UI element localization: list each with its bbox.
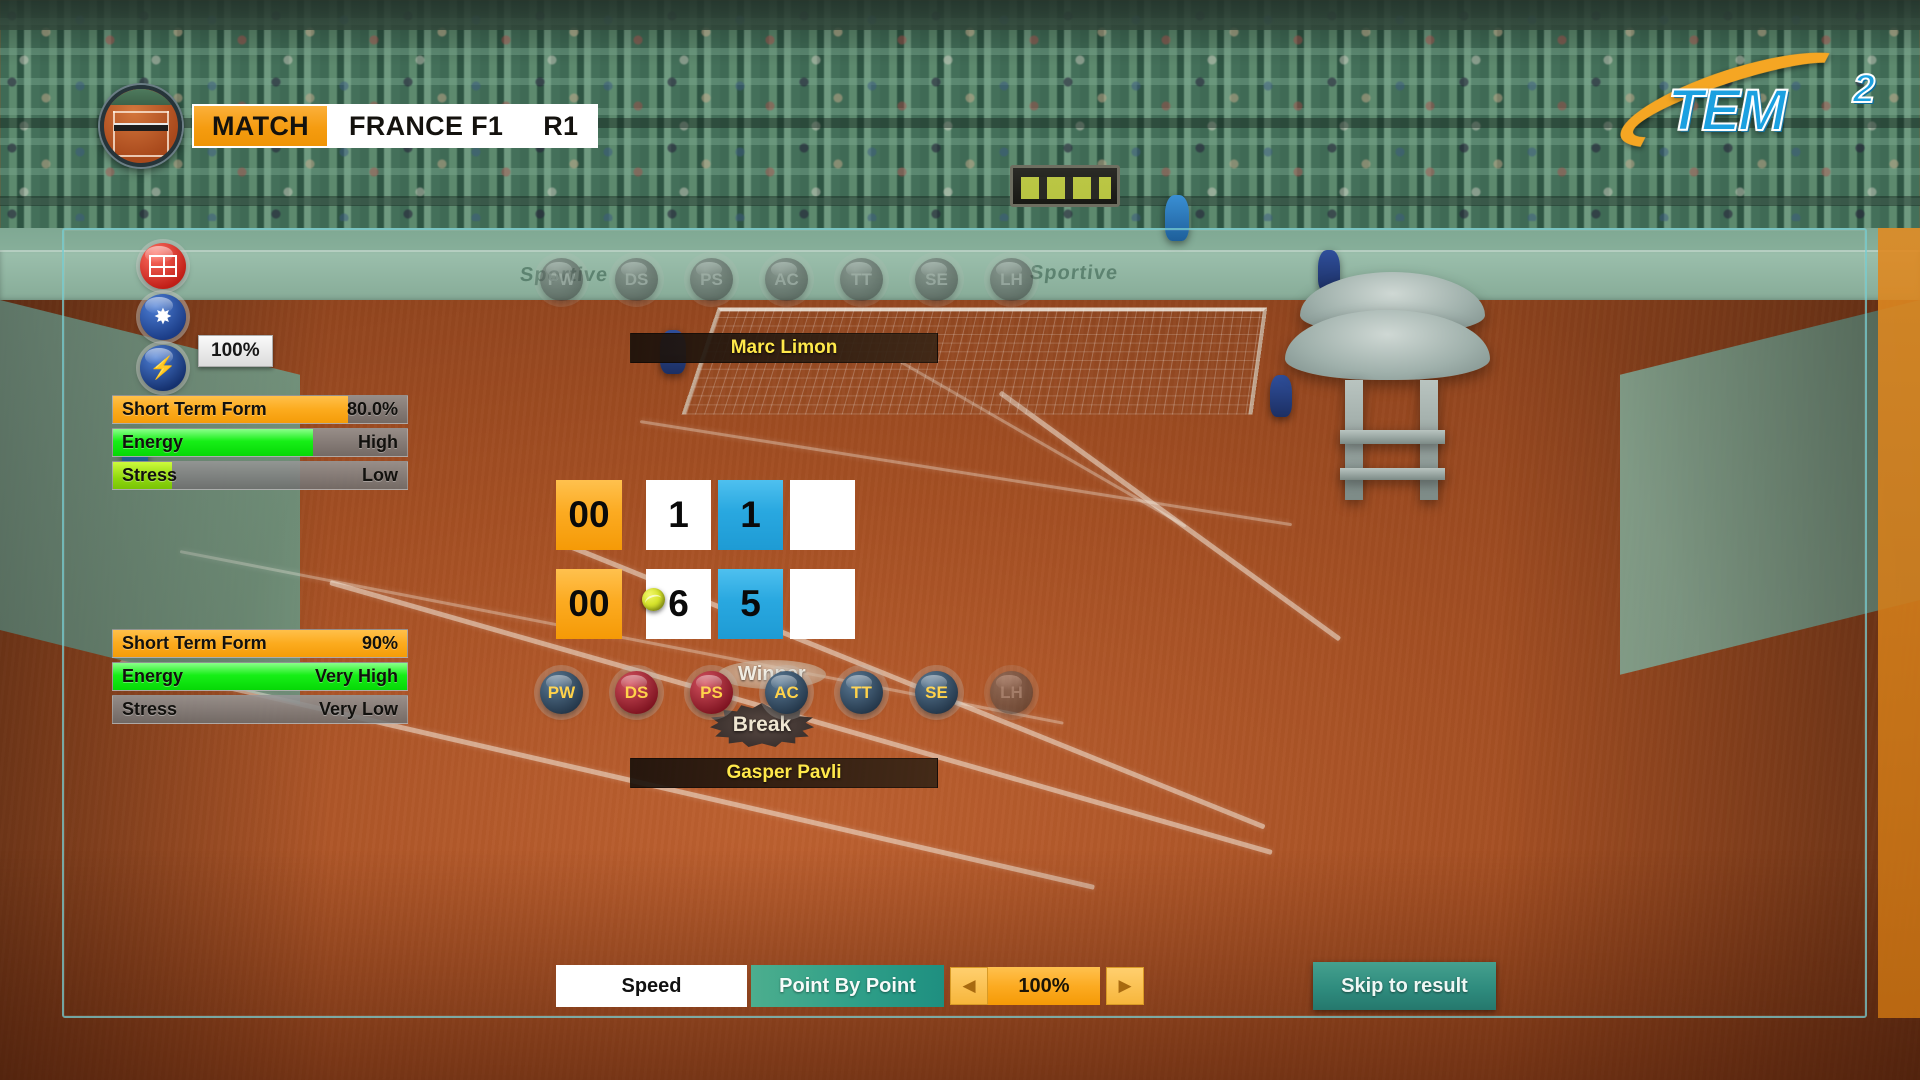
points-cell: 00 [556, 569, 622, 639]
stat-label: Short Term Form [122, 399, 267, 419]
serve-indicator-ball-icon [642, 588, 665, 611]
stat-label: Energy [122, 432, 184, 452]
game-logo: TEM 2 [1611, 33, 1880, 167]
logo-superscript: 2 [1852, 66, 1876, 112]
scoreboard-row-bottom: 00 6 5 [556, 569, 855, 639]
zoom-percent-value[interactable]: 100% [988, 967, 1100, 1005]
scoreboard: 00 1 1 00 6 5 [556, 480, 855, 658]
playback-controls: Speed Point By Point ◀ 100% ▶ [556, 965, 1144, 1007]
stat-label: Stress [122, 699, 178, 719]
stat-bar-energy: Energy High [112, 428, 408, 457]
next-arrow-icon[interactable]: ▶ [1106, 967, 1144, 1005]
shot-button-tt[interactable]: TT [840, 258, 883, 301]
energy-bolt-icon[interactable]: ⚡ [140, 345, 186, 391]
stat-label: Energy [122, 666, 184, 686]
court-surface-icon[interactable] [140, 243, 186, 289]
player-bottom-name-plate: Gasper Pavli [630, 758, 938, 788]
stat-bar-energy: Energy Very High [112, 662, 408, 691]
player-top-condition-panel: Short Term Form 80.0% Energy High Stress… [112, 395, 408, 494]
speed-button[interactable]: Speed [556, 965, 747, 1007]
umpire-chair-seat [1340, 468, 1445, 480]
clay-court-icon [100, 85, 182, 167]
player-figure [1270, 375, 1292, 417]
shot-stats-row-top: PW DS PS AC TT SE LH [540, 258, 1033, 301]
mode-button-point-by-point[interactable]: Point By Point [751, 965, 944, 1007]
stat-value: Very Low [318, 699, 398, 719]
stat-value: 80.0% [346, 399, 398, 419]
weather-sun-icon[interactable]: ✸ [140, 294, 186, 340]
set-cell-2: 5 [718, 569, 783, 639]
breadcrumb-item-tournament[interactable]: FRANCE F1 [328, 104, 524, 148]
set-cell-3 [790, 569, 855, 639]
breadcrumb: MATCH FRANCE F1 R1 [100, 85, 599, 167]
right-edge-panel [1878, 228, 1920, 1018]
condition-percent-tag: 100% [198, 335, 273, 367]
points-cell: 00 [556, 480, 622, 550]
player-top-name-plate: Marc Limon [630, 333, 938, 363]
set-cell-2: 1 [718, 480, 783, 550]
game-screen: Sportive Sportive TEM 2 [0, 0, 1920, 1080]
stat-label: Short Term Form [122, 633, 267, 653]
shot-stats-row-bottom: PW DS PS AC TT SE LH [540, 671, 1033, 714]
scoreboard-row-top: 00 1 1 [556, 480, 855, 550]
stand-rail [0, 196, 1920, 206]
shot-button-ds[interactable]: DS [615, 258, 658, 301]
stadium-scoreboard [1010, 165, 1120, 207]
skip-to-result-button[interactable]: Skip to result [1313, 962, 1496, 1010]
breadcrumb-item-round[interactable]: R1 [523, 104, 599, 148]
shot-button-ac[interactable]: AC [765, 258, 808, 301]
breadcrumb-item-match[interactable]: MATCH [192, 104, 329, 148]
shot-button-se[interactable]: SE [915, 258, 958, 301]
player-bottom-condition-panel: Short Term Form 90% Energy Very High Str… [112, 629, 408, 728]
match-conditions: ✸ ⚡ 100% [140, 243, 273, 396]
set-cell-1: 1 [646, 480, 711, 550]
shot-button-ac[interactable]: AC [765, 671, 808, 714]
prev-arrow-icon[interactable]: ◀ [950, 967, 988, 1005]
stat-value: Very High [314, 666, 398, 686]
shot-button-pw[interactable]: PW [540, 671, 583, 714]
shot-button-lh[interactable]: LH [990, 671, 1033, 714]
shot-button-pw[interactable]: PW [540, 258, 583, 301]
shot-button-lh[interactable]: LH [990, 258, 1033, 301]
stat-label: Stress [122, 465, 178, 485]
stadium-upper-wall [0, 0, 1920, 30]
stat-value: Low [362, 465, 398, 485]
logo-title: TEM [1667, 77, 1787, 144]
shot-button-se[interactable]: SE [915, 671, 958, 714]
stat-bar-stress: Stress Low [112, 461, 408, 490]
shot-button-ps[interactable]: PS [690, 258, 733, 301]
banner-ad: Sportive [1028, 262, 1120, 284]
shot-button-tt[interactable]: TT [840, 671, 883, 714]
stat-value: High [358, 432, 398, 452]
umpire-chair-seat [1340, 430, 1445, 444]
shot-button-ps[interactable]: PS [690, 671, 733, 714]
set-cell-3 [790, 480, 855, 550]
stat-bar-stress: Stress Very Low [112, 695, 408, 724]
stat-value: 90% [361, 633, 398, 653]
player-figure [1165, 195, 1189, 241]
stat-bar-short-term-form: Short Term Form 80.0% [112, 395, 408, 424]
shot-button-ds[interactable]: DS [615, 671, 658, 714]
stat-bar-short-term-form: Short Term Form 90% [112, 629, 408, 658]
